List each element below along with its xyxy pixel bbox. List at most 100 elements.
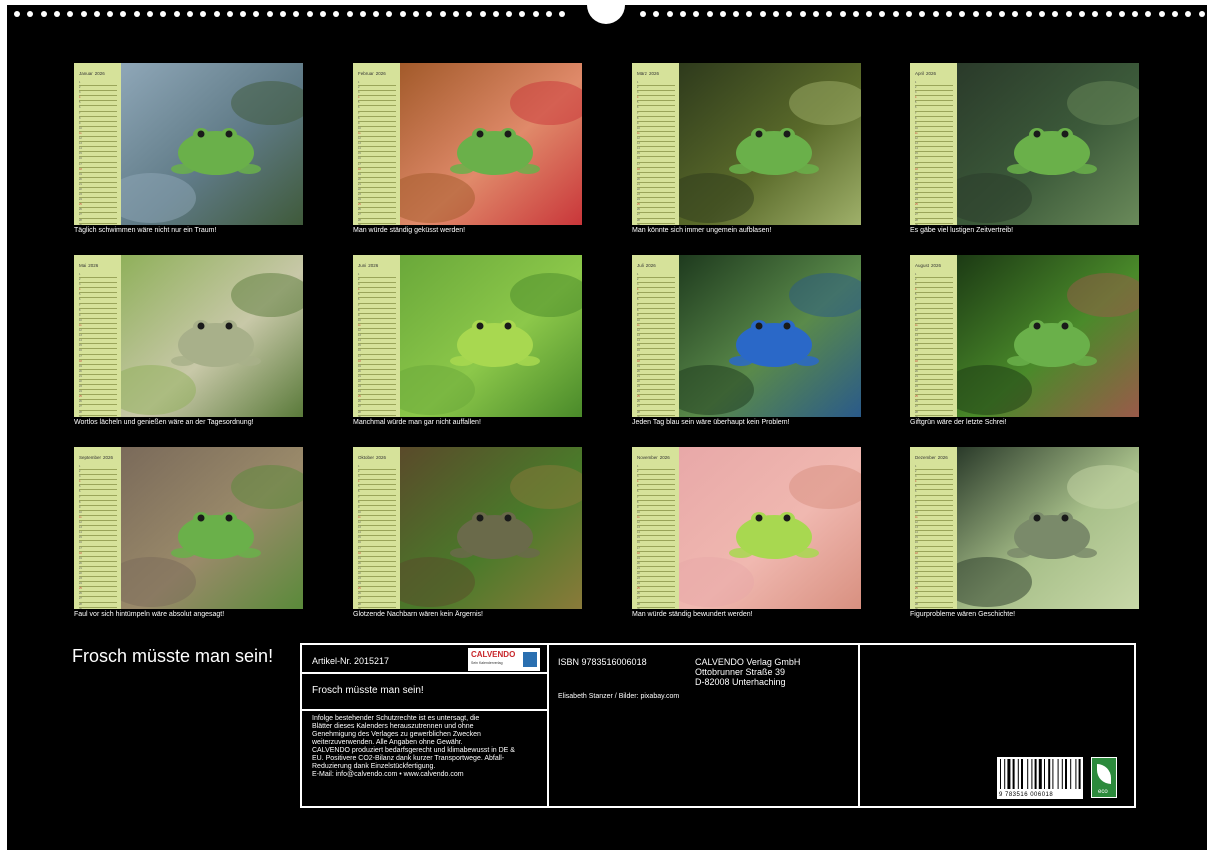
day-number: 10: [79, 510, 82, 514]
binding-hole: [346, 11, 353, 17]
month-year: 2026: [368, 263, 379, 268]
day-number: 14: [79, 339, 82, 343]
binding-hole: [786, 11, 793, 17]
day-number: 28: [358, 602, 361, 606]
day-number: 12: [637, 521, 640, 525]
calendar-strip: April 2026 1 2 3 4 5 6 7 8 9 10 11 12 13 14 15 16 17 18 19 20…: [910, 63, 957, 225]
day-number: 8: [358, 308, 360, 312]
day-number: 14: [915, 531, 918, 535]
month-name: Februar 2026: [358, 71, 386, 76]
photo-credits: Elisabeth Stanzer / Bilder: pixabay.com: [558, 693, 680, 700]
publisher-address: CALVENDO Verlag GmbH Ottobrunner Straße …: [695, 657, 800, 687]
frog-photo: [121, 63, 303, 225]
month-page: August 2026 1 2 3 4 5 6 7 8 9 10 11 12 13 14 15 16 17 18 19 2…: [910, 255, 1139, 426]
day-number: 19: [915, 364, 918, 368]
day-number: 20: [637, 561, 640, 565]
day-number: 25: [79, 203, 82, 207]
day-number: 15: [358, 152, 361, 156]
binding-hole: [985, 11, 992, 17]
binding-hole: [1025, 11, 1032, 17]
day-number: 1: [637, 273, 639, 276]
day-number: 20: [637, 369, 640, 373]
publisher-line: CALVENDO Verlag GmbH: [695, 657, 801, 667]
day-number: 23: [358, 193, 361, 197]
day-list: 1 2 3 4 5 6 7 8 9 10 11 12 13 14 15 16 17 18 19 20 21 22 23 24 2…: [637, 465, 675, 609]
month-page: Juni 2026 1 2 3 4 5 6 7 8 9 10 11 12 13 14 15 16 17 18 19 20 2…: [353, 255, 582, 426]
binding-hole: [733, 11, 740, 17]
day-number: 18: [79, 551, 82, 555]
day-number: 11: [79, 131, 82, 135]
day-number: 9: [637, 505, 639, 509]
day-number: 25: [637, 587, 640, 591]
month-page: September 2026 1 2 3 4 5 6 7 8 9 10 11 12 13 14 15 16 17 18…: [74, 447, 303, 618]
month-label: Mai: [79, 263, 87, 268]
isbn: ISBN 9783516006018: [558, 657, 647, 667]
day-number: 2: [358, 278, 360, 282]
frog-photo: [679, 447, 861, 609]
day-number: 26: [637, 208, 640, 212]
binding-hole: [319, 11, 326, 17]
day-number: 10: [915, 510, 918, 514]
month-label: Oktober: [358, 455, 375, 460]
legal-line: EU. Positivere CO2-Bilanz dank kurzer Tr…: [312, 755, 505, 762]
month-label: Juli: [637, 263, 644, 268]
binding-hole: [147, 11, 153, 17]
day-number: 26: [79, 208, 82, 212]
legal-line: E-Mail: info@calvendo.com • www.calvendo…: [312, 771, 464, 778]
binding-hole: [519, 11, 526, 17]
frog-photo: [679, 255, 861, 417]
day-number: 13: [915, 334, 918, 338]
day-number: 12: [637, 137, 640, 141]
binding-hole: [1158, 11, 1165, 17]
day-number: 3: [915, 283, 917, 287]
day-number: 15: [79, 536, 82, 540]
legal-line: CALVENDO produziert bedarfsgerecht und k…: [312, 747, 515, 754]
binding-hole: [546, 11, 552, 17]
day-number: 9: [915, 313, 917, 317]
day-list: 1 2 3 4 5 6 7 8 9 10 11 12 13 14 15 16 17 18 19 20 21 22 23 24 2…: [79, 81, 117, 225]
day-number: 22: [637, 187, 640, 191]
day-number: 28: [79, 602, 82, 606]
day-number: 16: [637, 541, 640, 545]
binding-hole: [133, 11, 140, 17]
day-number: 27: [637, 597, 640, 601]
day-number: 6: [358, 298, 360, 302]
month-label: März: [637, 71, 647, 76]
day-number: 14: [358, 339, 361, 343]
day-number: 16: [358, 349, 361, 353]
day-number: 15: [915, 536, 918, 540]
divider: [858, 645, 860, 806]
day-number: 27: [637, 405, 640, 409]
day-number: 19: [637, 364, 640, 368]
day-number: 10: [79, 126, 82, 130]
month-page: Juli 2026 1 2 3 4 5 6 7 8 9 10 11 12 13 14 15 16 17 18 19 20 2…: [632, 255, 861, 426]
calendar-strip: November 2026 1 2 3 4 5 6 7 8 9 10 11 12 13 14 15 16 17 18 1…: [632, 447, 679, 609]
day-number: 6: [637, 298, 639, 302]
binding-hole: [80, 11, 87, 17]
day-number: 8: [915, 500, 917, 504]
day-number: 13: [79, 142, 82, 146]
binding-hole: [959, 11, 966, 17]
day-number: 5: [637, 101, 639, 105]
day-number: 6: [637, 490, 639, 494]
day-number: 1: [915, 465, 917, 468]
day-number: 4: [358, 480, 360, 484]
day-number: 8: [637, 116, 639, 120]
day-number: 18: [358, 167, 361, 171]
binding-hole: [213, 11, 220, 17]
day-number: 18: [79, 359, 82, 363]
day-number: 24: [637, 582, 640, 586]
day-list: 1 2 3 4 5 6 7 8 9 10 11 12 13 14 15 16 17 18 19 20 21 22 23 24 2…: [79, 465, 117, 609]
day-number: 17: [915, 162, 918, 166]
day-number: 16: [79, 349, 82, 353]
day-number: 5: [79, 101, 81, 105]
day-number: 2: [79, 470, 81, 474]
day-number: 9: [358, 313, 360, 317]
day-number: 28: [637, 410, 640, 414]
day-number: 12: [915, 521, 918, 525]
binding-hole: [439, 11, 446, 17]
binding-hole: [479, 11, 486, 17]
calendar-strip: Januar 2026 1 2 3 4 5 6 7 8 9 10 11 12 13 14 15 16 17 18 19 2…: [74, 63, 121, 225]
day-number: 18: [358, 551, 361, 555]
day-number: 15: [637, 344, 640, 348]
